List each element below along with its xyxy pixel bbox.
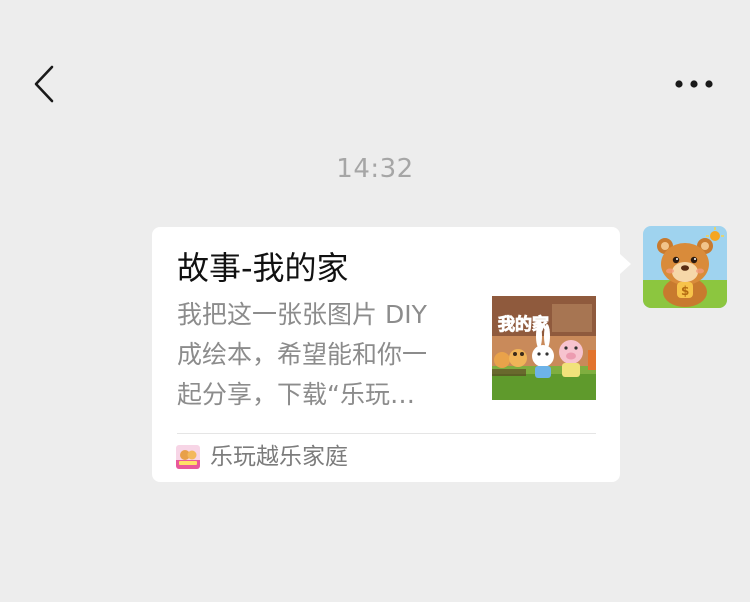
- card-title: 故事-我的家: [177, 249, 349, 287]
- message-timestamp: 14:32: [336, 154, 414, 184]
- top-navigation-bar: [0, 0, 750, 150]
- card-divider: [177, 433, 596, 434]
- more-options-button[interactable]: [668, 70, 720, 98]
- app-logo-icon: [176, 445, 200, 469]
- shared-link-card[interactable]: 故事-我的家 我把这一张张图片 DIY 成绘本，希望能和你一 起分享，下载“乐玩…: [152, 227, 620, 482]
- card-description-line: 成绘本，希望能和你一: [177, 340, 428, 369]
- bubble-tail: [620, 254, 631, 274]
- user-avatar[interactable]: $: [643, 226, 727, 308]
- card-thumbnail: 我的家: [492, 296, 596, 400]
- more-dots-icon: [675, 80, 713, 88]
- back-button[interactable]: [26, 62, 62, 106]
- card-description-line: 我把这一张张图片 DIY: [177, 300, 427, 329]
- svg-text:$: $: [681, 284, 689, 298]
- card-description: 我把这一张张图片 DIY 成绘本，希望能和你一 起分享，下载“乐玩…: [177, 295, 477, 415]
- chevron-left-icon: [34, 65, 54, 103]
- bear-avatar-icon: $: [643, 226, 727, 308]
- card-description-line: 起分享，下载“乐玩…: [177, 380, 415, 409]
- card-source-name: 乐玩越乐家庭: [210, 444, 348, 470]
